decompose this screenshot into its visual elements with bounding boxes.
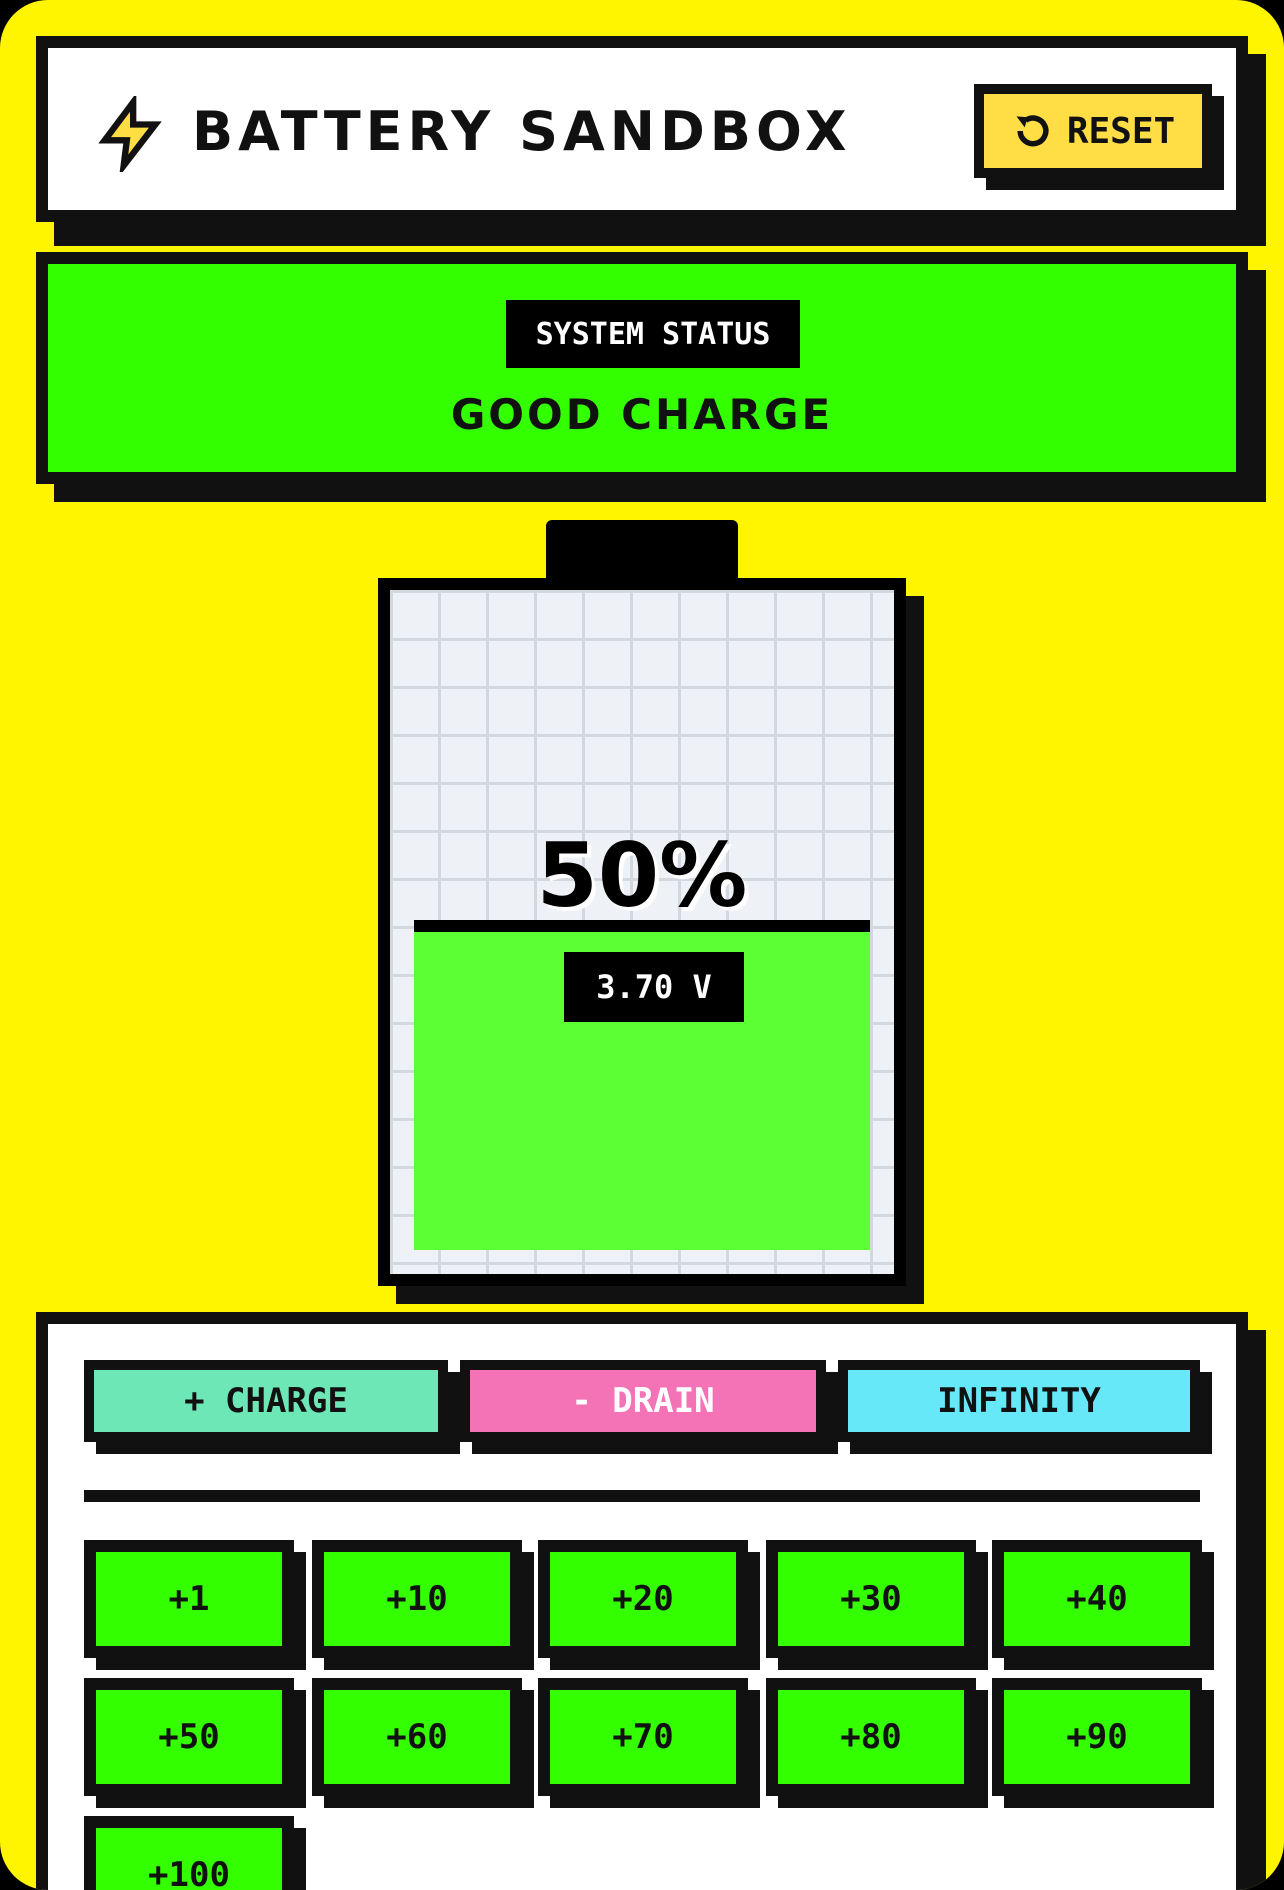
increment-button-plus-80[interactable]: +80	[766, 1678, 976, 1796]
increment-button-plus-10[interactable]: +10	[312, 1540, 522, 1658]
battery-percent: 50%	[536, 824, 748, 927]
increment-button-plus-70[interactable]: +70	[538, 1678, 748, 1796]
lightning-bolt-icon	[98, 96, 162, 172]
increment-button-plus-90[interactable]: +90	[992, 1678, 1202, 1796]
app-title: BATTERY SANDBOX	[192, 100, 852, 163]
charge-button[interactable]: + CHARGE	[84, 1360, 448, 1442]
battery-terminal	[546, 520, 738, 584]
battery-sandbox-app: BATTERY SANDBOX RESET SYSTEM STATUS GOOD…	[0, 0, 1284, 1890]
infinity-button[interactable]: INFINITY	[838, 1360, 1200, 1442]
increment-button-plus-20[interactable]: +20	[538, 1540, 748, 1658]
status-tag: SYSTEM STATUS	[506, 300, 800, 368]
controls-panel: + CHARGE - DRAIN INFINITY +1 +10 +20 +30 +40 +50…	[36, 1312, 1248, 1890]
battery: 50% 3.70 V	[378, 578, 906, 1286]
battery-voltage: 3.70 V	[564, 952, 744, 1022]
header: BATTERY SANDBOX RESET	[36, 36, 1248, 222]
status-panel: SYSTEM STATUS GOOD CHARGE	[36, 252, 1248, 484]
drain-button[interactable]: - DRAIN	[460, 1360, 826, 1442]
reset-label: RESET	[1066, 110, 1176, 152]
reset-button[interactable]: RESET	[974, 84, 1212, 178]
divider	[84, 1490, 1200, 1502]
refresh-icon	[1016, 115, 1049, 147]
increment-button-plus-50[interactable]: +50	[84, 1678, 294, 1796]
increment-button-plus-100[interactable]: +100	[84, 1816, 294, 1890]
increment-button-plus-1[interactable]: +1	[84, 1540, 294, 1658]
increment-button-plus-60[interactable]: +60	[312, 1678, 522, 1796]
status-value: GOOD CHARGE	[450, 390, 834, 439]
increment-button-plus-30[interactable]: +30	[766, 1540, 976, 1658]
increment-button-plus-40[interactable]: +40	[992, 1540, 1202, 1658]
